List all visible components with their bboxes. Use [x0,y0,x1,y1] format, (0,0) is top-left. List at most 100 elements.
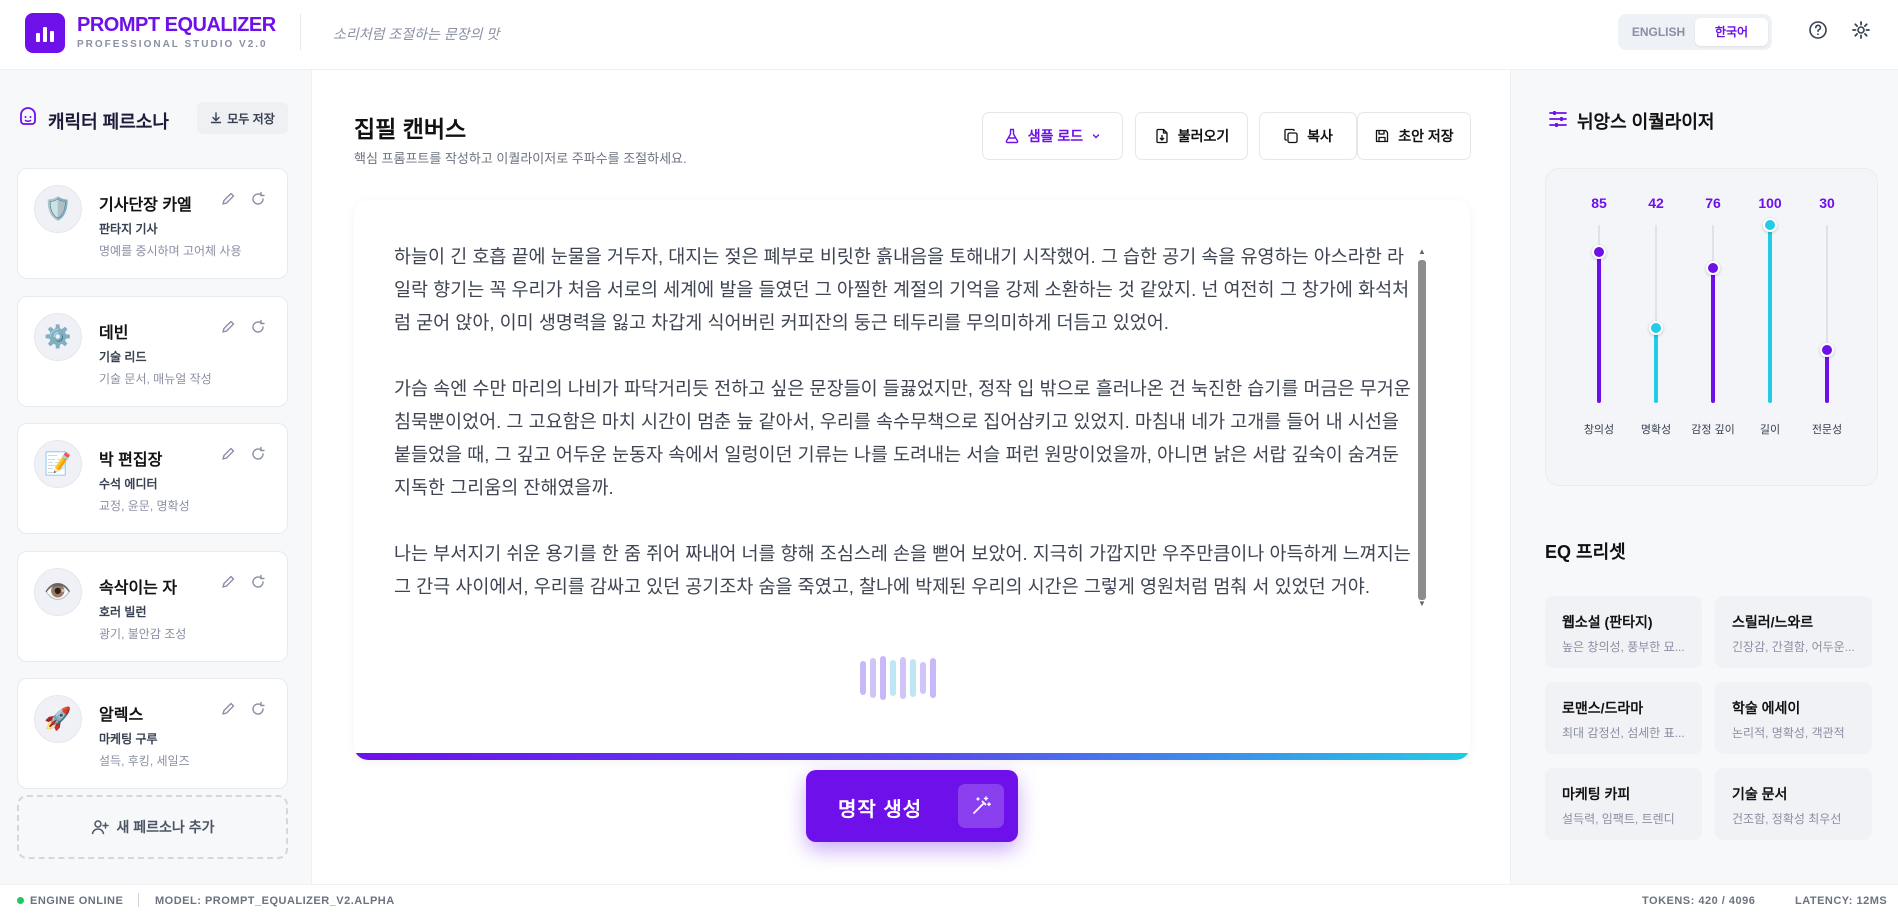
add-persona-button[interactable]: 새 페르소나 추가 [17,795,288,859]
lang-english-button[interactable]: ENGLISH [1622,18,1695,46]
persona-card-whisperer[interactable]: 👁️ 속삭이는 자 호러 빌런 광기, 불안감 조성 [17,551,288,662]
edit-icon[interactable] [220,191,236,207]
edit-icon[interactable] [220,446,236,462]
preset-desc: 건조함, 정확성 최우선 [1732,812,1842,826]
equalizer-title: 뉘앙스 이퀄라이저 [1577,112,1715,132]
scroll-up-icon[interactable]: ▲ [1418,248,1426,256]
canvas-title: 집필 캔버스 [354,116,467,142]
logo-bars-icon [25,13,65,53]
preset-name: 기술 문서 [1732,786,1788,802]
persona-sidebar: 캐릭터 페르소나 모두 저장 🛡️ 기사단장 카엘 판타지 기사 명예를 중시하… [0,70,312,884]
persona-name: 박 편집장 [99,452,163,469]
refresh-icon[interactable] [250,574,266,590]
persona-role: 수석 에디터 [99,477,158,491]
persona-name: 기사단장 카엘 [99,197,192,214]
persona-name: 데빈 [99,325,129,342]
waveform-icon [860,654,936,702]
save-draft-label: 초안 저장 [1398,128,1454,144]
editor-scrollbar[interactable]: ▲ ▼ [1418,248,1426,608]
preset-thriller[interactable]: 스릴러/느와르 긴장감, 간결함, 어두운... [1715,596,1872,668]
slider-fill [1825,349,1829,403]
slider-value: 42 [1648,195,1664,211]
save-all-button[interactable]: 모두 저장 [197,102,288,134]
refresh-icon[interactable] [250,319,266,335]
paragraph: 하늘이 긴 호흡 끝에 눈물을 거두자, 대지는 젖은 폐부로 비릿한 흙내음을… [394,246,1410,333]
canvas-subtitle: 핵심 프롬프트를 작성하고 이퀄라이저로 주파수를 조절하세요. [354,151,687,166]
refresh-icon[interactable] [250,701,266,717]
download-icon [211,112,222,124]
preset-name: 웹소설 (판타지) [1562,614,1653,630]
gear-icon: ⚙️ [34,313,82,361]
chevron-down-icon [1093,134,1100,139]
eq-slider[interactable]: 30 전문성 [1797,169,1857,487]
save-draft-button[interactable]: 초안 저장 [1357,112,1471,160]
writing-canvas[interactable]: 하늘이 긴 호흡 끝에 눈물을 거두자, 대지는 젖은 폐부로 비릿한 흙내음을… [354,200,1470,760]
import-button[interactable]: 불러오기 [1135,112,1248,160]
persona-desc: 교정, 윤문, 명확성 [99,499,190,513]
scroll-thumb[interactable] [1418,260,1426,600]
shield-icon: 🛡️ [34,185,82,233]
gear-icon[interactable] [1851,20,1871,40]
edit-icon[interactable] [220,574,236,590]
help-icon[interactable] [1808,20,1828,40]
preset-marketing[interactable]: 마케팅 카피 설득력, 임팩트, 트렌디 [1545,768,1702,840]
flask-icon [1005,128,1019,144]
eq-slider[interactable]: 85 창의성 [1569,169,1629,487]
copy-button[interactable]: 복사 [1259,112,1357,160]
slider-value: 76 [1705,195,1721,211]
brand-subtitle: PROFESSIONAL STUDIO V2.0 [77,39,268,50]
latency: LATENCY: 12MS [1795,895,1888,907]
load-sample-button[interactable]: 샘플 로드 [982,112,1123,160]
slider-knob[interactable] [1820,342,1834,357]
slider-label: 창의성 [1583,424,1615,436]
generate-label: 명작 생성 [838,799,923,821]
status-bar: ENGINE ONLINE MODEL: PROMPT_EQUALIZER_V2… [0,884,1898,914]
slider-knob[interactable] [1649,321,1663,336]
preset-web-novel[interactable]: 웹소설 (판타지) 높은 창의성, 풍부한 묘... [1545,596,1702,668]
persona-role: 마케팅 구루 [99,732,158,746]
paragraph: 나는 부서지기 쉬운 용기를 한 줌 쥐어 짜내어 너를 향해 조심스레 손을 … [394,543,1411,597]
preset-section-title: EQ 프리셋 [1545,542,1626,562]
persona-desc: 명예를 중시하며 고어체 사용 [99,244,242,258]
brand-name: PROMPT EQUALIZER [77,14,276,36]
edit-icon[interactable] [220,701,236,717]
eq-slider[interactable]: 42 명확성 [1626,169,1686,487]
lang-korean-button[interactable]: 한국어 [1695,18,1768,46]
persona-role: 기술 리드 [99,350,147,364]
edit-icon[interactable] [220,319,236,335]
persona-desc: 광기, 불안감 조성 [99,627,187,641]
generate-button[interactable]: 명작 생성 [806,770,1018,842]
add-persona-label: 새 페르소나 추가 [116,819,215,835]
token-count: TOKENS: 420 / 4096 [1642,895,1756,907]
preset-academic[interactable]: 학술 에세이 논리적, 명확성, 객관적 [1715,682,1872,754]
equalizer-panel: 85 창의성 42 명확성 76 감정 깊이 100 길이 30 전문성 [1545,168,1878,486]
app-header: PROMPT EQUALIZER PROFESSIONAL STUDIO V2.… [0,0,1898,70]
footer-divider [138,893,139,907]
slider-fill [1597,251,1601,403]
slider-fill [1768,225,1772,403]
header-divider [300,14,301,50]
scroll-down-icon[interactable]: ▼ [1418,600,1426,608]
eq-slider[interactable]: 100 길이 [1740,169,1800,487]
preset-desc: 높은 창의성, 풍부한 묘... [1562,640,1685,654]
magic-wand-icon [958,784,1004,828]
slider-knob[interactable] [1592,244,1606,259]
preset-technical[interactable]: 기술 문서 건조함, 정확성 최우선 [1715,768,1872,840]
persona-card-alex[interactable]: 🚀 알렉스 마케팅 구루 설득, 후킹, 세일즈 [17,678,288,789]
prompt-editor[interactable]: 하늘이 긴 호흡 끝에 눈물을 거두자, 대지는 젖은 폐부로 비릿한 흙내음을… [394,240,1412,618]
persona-card-kael[interactable]: 🛡️ 기사단장 카엘 판타지 기사 명예를 중시하며 고어체 사용 [17,168,288,279]
persona-role: 호러 빌런 [99,605,147,619]
copy-icon [1284,128,1298,144]
slider-knob[interactable] [1706,260,1720,275]
persona-card-editor[interactable]: 📝 박 편집장 수석 에디터 교정, 윤문, 명확성 [17,423,288,534]
preset-desc: 긴장감, 간결함, 어두운... [1732,640,1855,654]
add-user-icon [91,820,109,835]
refresh-icon[interactable] [250,446,266,462]
persona-role: 판타지 기사 [99,222,158,236]
refresh-icon[interactable] [250,191,266,207]
persona-card-devin[interactable]: ⚙️ 데빈 기술 리드 기술 문서, 매뉴얼 작성 [17,296,288,407]
eq-slider[interactable]: 76 감정 깊이 [1683,169,1743,487]
preset-romance[interactable]: 로맨스/드라마 최대 감정선, 섬세한 표... [1545,682,1702,754]
save-all-label: 모두 저장 [227,111,275,126]
slider-knob[interactable] [1763,218,1777,232]
